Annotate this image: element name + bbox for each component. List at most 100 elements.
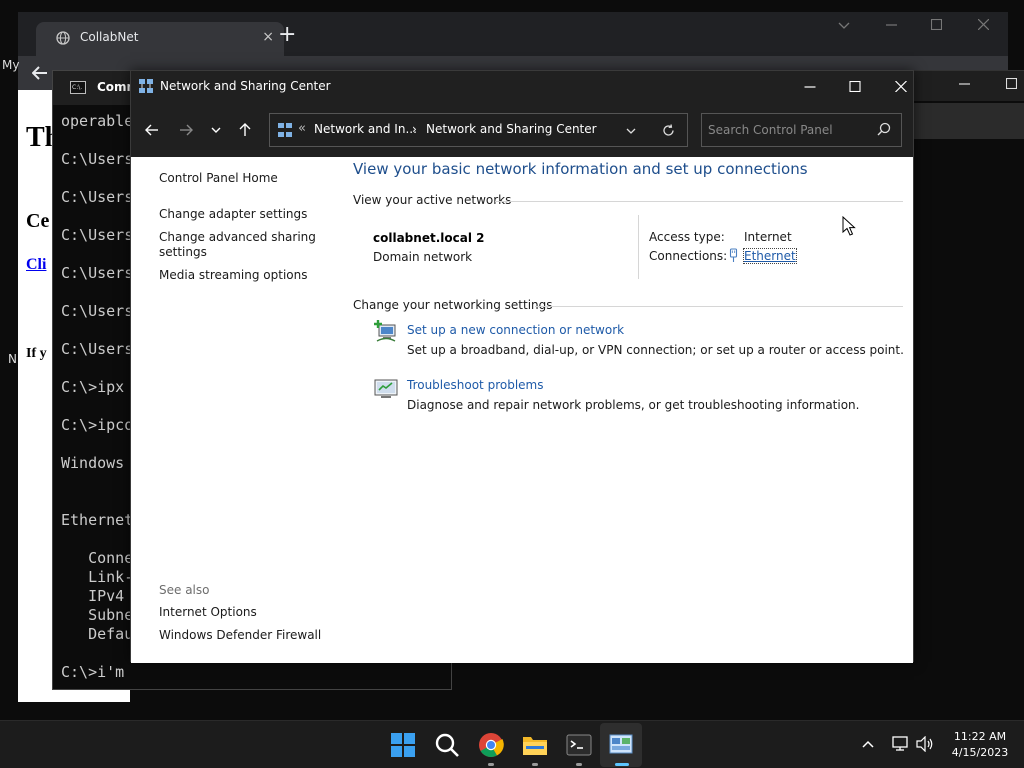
back-arrow-icon[interactable] <box>32 66 48 80</box>
page-link-fragment[interactable]: Cli <box>26 256 46 274</box>
show-hidden-icons-chevron-icon[interactable] <box>862 740 874 748</box>
page-paragraph-fragment: If y <box>26 346 47 361</box>
maximize-icon[interactable] <box>840 81 870 92</box>
maximize-icon[interactable] <box>1006 78 1017 89</box>
cmd-line: C:\Users <box>61 150 134 168</box>
running-indicator <box>488 763 494 766</box>
command-prompt-icon: C:\. <box>70 81 86 94</box>
close-tab-icon[interactable]: × <box>262 29 274 45</box>
network-divider <box>638 215 639 279</box>
maximize-icon[interactable] <box>931 19 942 30</box>
start-windows-icon[interactable] <box>390 732 416 758</box>
cmd-line: C:\Users <box>61 264 134 282</box>
new-tab-button[interactable]: + <box>278 22 296 48</box>
setup-new-connection-description: Set up a broadband, dial-up, or VPN conn… <box>407 343 904 357</box>
globe-icon <box>56 31 70 45</box>
breadcrumb-network-internet[interactable]: Network and In... <box>314 122 417 136</box>
troubleshoot-problems-description: Diagnose and repair network problems, or… <box>407 398 860 412</box>
cmd-line: C:\Users <box>61 340 134 358</box>
back-arrow-icon[interactable] <box>145 124 159 136</box>
search-icon[interactable] <box>877 122 891 136</box>
cmd-line: IPv4 <box>61 587 125 605</box>
minimize-icon[interactable] <box>795 86 825 88</box>
address-dropdown-chevron-icon[interactable] <box>626 128 636 134</box>
see-also-link-firewall[interactable]: Windows Defender Firewall <box>159 628 321 643</box>
network-category: Domain network <box>373 250 473 264</box>
cmd-line: Ethernet <box>61 511 134 529</box>
sidebar-link-change-advanced-sharing[interactable]: Change advanced sharing settings <box>159 230 316 260</box>
cmd-line: Subne <box>61 606 134 624</box>
cmd-line: C:\>i'm <box>61 663 125 681</box>
network-sharing-center-window[interactable]: Network and Sharing Center « Network and… <box>130 70 914 663</box>
section-heading-active-networks: View your active networks <box>353 193 512 207</box>
network-name: collabnet.local 2 <box>373 231 485 245</box>
section-divider <box>495 201 903 202</box>
breadcrumb-network-sharing-center[interactable]: Network and Sharing Center <box>426 122 597 136</box>
sidebar-link-text: settings <box>159 245 207 259</box>
window-content: Control Panel Home Change adapter settin… <box>131 157 913 663</box>
file-explorer-icon[interactable] <box>522 732 548 758</box>
cmd-line: Windows <box>61 454 125 472</box>
cmd-line: operable <box>61 112 134 130</box>
setup-new-connection-link[interactable]: Set up a new connection or network <box>407 323 624 337</box>
sidebar-link-media-streaming[interactable]: Media streaming options <box>159 268 307 283</box>
cmd-line: C:\>ipco <box>61 416 134 434</box>
cmd-line: C:\>ipx <box>61 378 125 396</box>
section-divider <box>535 306 903 307</box>
chrome-icon[interactable] <box>478 732 504 758</box>
clock-time: 11:22 AM <box>953 730 1007 743</box>
troubleshoot-icon <box>374 379 398 398</box>
window-title-bar[interactable]: Network and Sharing Center <box>131 71 913 103</box>
browser-tab-title: CollabNet <box>80 30 139 44</box>
recent-locations-chevron-icon[interactable] <box>211 127 221 133</box>
forward-arrow-icon[interactable] <box>179 124 193 136</box>
refresh-icon[interactable] <box>662 124 675 137</box>
sidebar-link-change-adapter-settings[interactable]: Change adapter settings <box>159 207 307 222</box>
cmd-line: Defau <box>61 625 134 643</box>
ethernet-connection-link[interactable]: Ethernet <box>743 248 797 264</box>
network-status-icon[interactable] <box>892 736 910 752</box>
terminal-icon[interactable] <box>566 732 592 758</box>
address-bar[interactable]: « Network and In... › Network and Sharin… <box>269 113 688 147</box>
close-icon[interactable] <box>886 81 916 92</box>
browser-tab-bar: CollabNet × + <box>18 12 1008 56</box>
sidebar-link-text: Change advanced sharing <box>159 230 316 244</box>
running-indicator <box>576 763 582 766</box>
page-heading-fragment: Ce <box>26 210 50 232</box>
search-box[interactable] <box>701 113 902 147</box>
troubleshoot-problems-link[interactable]: Troubleshoot problems <box>407 378 543 392</box>
network-center-icon <box>278 123 292 137</box>
access-type-value: Internet <box>744 230 792 244</box>
sidebar-link-control-panel-home[interactable]: Control Panel Home <box>159 171 278 186</box>
background-label-n: N <box>8 352 17 366</box>
system-clock[interactable]: 11:22 AM 4/15/2023 <box>940 729 1020 761</box>
taskbar: 11:22 AM 4/15/2023 <box>0 720 1024 768</box>
minimize-icon[interactable] <box>886 24 897 26</box>
cmd-line: Link- <box>61 568 134 586</box>
close-icon[interactable] <box>978 19 989 30</box>
breadcrumb-overflow[interactable]: « <box>298 121 306 136</box>
control-panel-icon[interactable] <box>608 732 634 758</box>
browser-tab-collabnet[interactable]: CollabNet × <box>36 22 284 56</box>
ethernet-icon <box>729 248 738 262</box>
see-also-link-internet-options[interactable]: Internet Options <box>159 605 257 620</box>
background-label-my: My <box>2 58 20 72</box>
clock-date: 4/15/2023 <box>951 746 1009 759</box>
cmd-line: C:\Users <box>61 302 134 320</box>
search-icon[interactable] <box>434 732 460 758</box>
network-center-icon <box>139 79 153 93</box>
cmd-line: C:\Users <box>61 188 134 206</box>
access-type-label: Access type: <box>649 230 725 244</box>
minimize-icon[interactable] <box>959 83 970 85</box>
running-indicator <box>532 763 538 766</box>
breadcrumb-arrow[interactable]: › <box>412 122 417 136</box>
search-input[interactable] <box>708 121 868 139</box>
volume-icon[interactable] <box>916 736 934 752</box>
new-connection-icon <box>374 320 396 342</box>
desktop: CollabNet × + Th Ce Cli If y My N C:\. C… <box>0 0 1024 720</box>
connections-label: Connections: <box>649 249 728 263</box>
up-arrow-icon[interactable] <box>239 123 251 137</box>
chevron-down-icon[interactable] <box>838 22 850 30</box>
active-app-indicator <box>615 763 629 766</box>
section-heading-change-settings: Change your networking settings <box>353 298 553 312</box>
